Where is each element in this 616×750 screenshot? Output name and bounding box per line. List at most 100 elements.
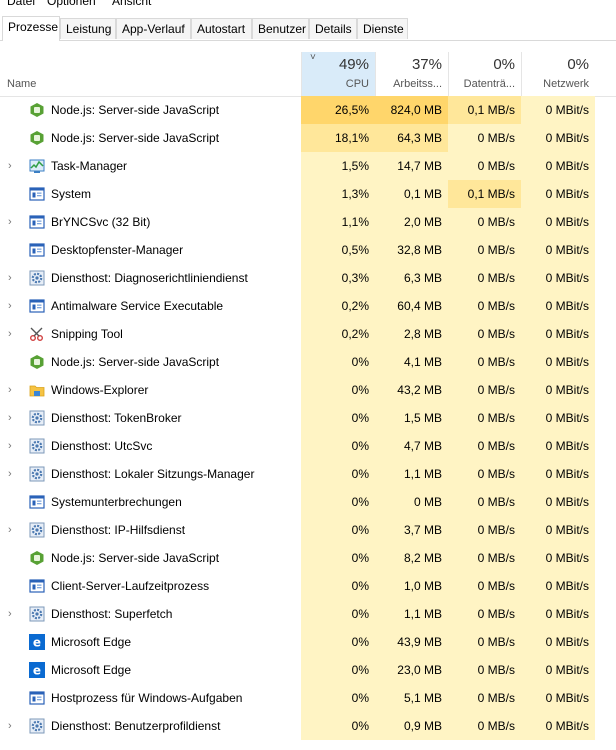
process-net-value: 0 MBit/s [521,292,595,320]
process-cpu-value: 0% [301,684,375,712]
process-row[interactable]: › Diensthost: Diagnoserichtliniendienst 0,… [0,264,616,292]
svg-text:e: e [33,636,41,650]
menu-ansicht[interactable]: Ansicht [112,0,151,8]
process-row[interactable]: › Diensthost: Benutzerprofildienst 0% 0,9 M… [0,712,616,740]
gear-icon [29,606,45,622]
expand-chevron-icon[interactable]: › [8,152,12,180]
process-row[interactable]: System 1,3% 0,1 MB 0,1 MB/s 0 MBit/s [0,180,616,208]
expand-chevron-icon[interactable]: › [8,264,12,292]
process-mem-value: 32,8 MB [375,236,448,264]
tab-dienste[interactable]: Dienste [357,18,408,39]
process-cpu-value: 0% [301,656,375,684]
expand-chevron-icon[interactable]: › [8,320,12,348]
tab-prozesse[interactable]: Prozesse [2,16,60,41]
process-row[interactable]: › Diensthost: UtcSvc 0% 4,7 MB 0 MB/s 0 MBit/… [0,432,616,460]
process-name: Windows-Explorer [51,383,149,397]
expand-chevron-icon[interactable]: › [8,376,12,404]
process-row[interactable]: Node.js: Server-side JavaScript 0% 4,1 MB 0… [0,348,616,376]
process-row[interactable]: e Microsoft Edge 0% 43,9 MB 0 MB/s 0 MBit/s [0,628,616,656]
column-header-network[interactable]: 0% Netzwerk [521,52,595,96]
process-row[interactable]: Client-Server-Laufzeitprozess 0% 1,0 MB 0 M… [0,572,616,600]
process-name: Node.js: Server-side JavaScript [51,551,220,565]
sort-descending-icon: ˅ [310,52,316,63]
expand-chevron-icon[interactable]: › [8,292,12,320]
expand-chevron-icon[interactable]: › [8,208,12,236]
process-cpu-value: 0% [301,432,375,460]
column-header-name[interactable]: Name [7,78,36,90]
process-row[interactable]: › Diensthost: Lokaler Sitzungs-Manager 0% 1… [0,460,616,488]
tab-autostart[interactable]: Autostart [191,18,252,39]
expand-chevron-icon[interactable]: › [8,404,12,432]
process-row[interactable]: Node.js: Server-side JavaScript 0% 8,2 MB 0… [0,544,616,572]
cpu-label: CPU [345,78,369,90]
column-header-cpu[interactable]: ˅ 49% CPU [301,52,375,96]
expand-chevron-icon[interactable]: › [8,432,12,460]
process-row[interactable]: Systemunterbrechungen 0% 0 MB 0 MB/s 0 MBit/… [0,488,616,516]
process-net-value: 0 MBit/s [521,600,595,628]
process-name: System [51,187,92,201]
process-mem-value: 0,1 MB [375,180,448,208]
process-cpu-value: 0% [301,516,375,544]
process-name: Desktopfenster-Manager [51,243,184,257]
process-net-value: 0 MBit/s [521,152,595,180]
process-name: Systemunterbrechungen [51,495,182,509]
process-row[interactable]: › Diensthost: TokenBroker 0% 1,5 MB 0 MB/s 0 … [0,404,616,432]
expand-chevron-icon[interactable]: › [8,516,12,544]
nodejs-icon [29,354,45,370]
process-mem-value: 2,0 MB [375,208,448,236]
process-row[interactable]: › Windows-Explorer 0% 43,2 MB 0 MB/s 0 MBit/s [0,376,616,404]
process-mem-value: 23,0 MB [375,656,448,684]
process-row[interactable]: Hostprozess für Windows-Aufgaben 0% 5,1 MB… [0,684,616,712]
expand-chevron-icon[interactable]: › [8,712,12,740]
process-row[interactable]: e Microsoft Edge 0% 23,0 MB 0 MB/s 0 MBit/s [0,656,616,684]
process-mem-value: 43,9 MB [375,628,448,656]
process-mem-value: 2,8 MB [375,320,448,348]
process-row[interactable]: › Diensthost: IP-Hilfsdienst 0% 3,7 MB 0 MB/… [0,516,616,544]
process-net-value: 0 MBit/s [521,572,595,600]
process-name: Task-Manager [51,159,128,173]
cpu-total: 49% [338,56,369,73]
process-mem-value: 60,4 MB [375,292,448,320]
process-disk-value: 0 MB/s [448,152,521,180]
menu-datei[interactable]: Datei [7,0,35,8]
process-disk-value: 0,1 MB/s [448,180,521,208]
process-name: Node.js: Server-side JavaScript [51,103,220,117]
process-cpu-value: 0% [301,544,375,572]
process-row[interactable]: › Task-Manager 1,5% 14,7 MB 0 MB/s 0 MBit/s [0,152,616,180]
column-header-memory[interactable]: 37% Arbeitss... [375,52,448,96]
process-row[interactable]: Node.js: Server-side JavaScript 18,1% 64,3… [0,124,616,152]
tab-leistung[interactable]: Leistung [60,18,116,39]
process-name: Diensthost: Lokaler Sitzungs-Manager [51,467,255,481]
task-manager-icon [29,158,45,174]
process-net-value: 0 MBit/s [521,460,595,488]
process-disk-value: 0 MB/s [448,292,521,320]
memory-total: 37% [411,56,442,73]
process-row[interactable]: Desktopfenster-Manager 0,5% 32,8 MB 0 MB/s 0… [0,236,616,264]
expand-chevron-icon[interactable]: › [8,460,12,488]
process-row[interactable]: › Snipping Tool 0,2% 2,8 MB 0 MB/s 0 MBit/s [0,320,616,348]
column-header-row: Name ˅ 49% CPU 37% Arbeitss... 0% Datent… [0,52,616,97]
column-header-disk[interactable]: 0% Datenträ... [448,52,521,96]
process-disk-value: 0 MB/s [448,432,521,460]
menu-optionen[interactable]: Optionen [47,0,96,8]
process-disk-value: 0 MB/s [448,488,521,516]
gear-icon [29,270,45,286]
process-net-value: 0 MBit/s [521,404,595,432]
memory-label: Arbeitss... [393,78,442,90]
process-cpu-value: 0,3% [301,264,375,292]
tab-app-verlauf[interactable]: App-Verlauf [116,18,191,39]
gear-icon [29,718,45,734]
tab-benutzer[interactable]: Benutzer [252,18,309,39]
process-row[interactable]: › BrYNCSvc (32 Bit) 1,1% 2,0 MB 0 MB/s 0 MBit… [0,208,616,236]
process-disk-value: 0 MB/s [448,516,521,544]
process-net-value: 0 MBit/s [521,320,595,348]
disk-total: 0% [493,56,515,73]
process-name: Node.js: Server-side JavaScript [51,131,220,145]
process-mem-value: 1,5 MB [375,404,448,432]
process-row[interactable]: › Diensthost: Superfetch 0% 1,1 MB 0 MB/s 0 M… [0,600,616,628]
process-row[interactable]: › Antimalware Service Executable 0,2% 60,4 … [0,292,616,320]
menu-bar: Datei Optionen Ansicht [0,0,616,8]
tab-details[interactable]: Details [309,18,357,39]
process-row[interactable]: Node.js: Server-side JavaScript 26,5% 824,… [0,96,616,124]
expand-chevron-icon[interactable]: › [8,600,12,628]
